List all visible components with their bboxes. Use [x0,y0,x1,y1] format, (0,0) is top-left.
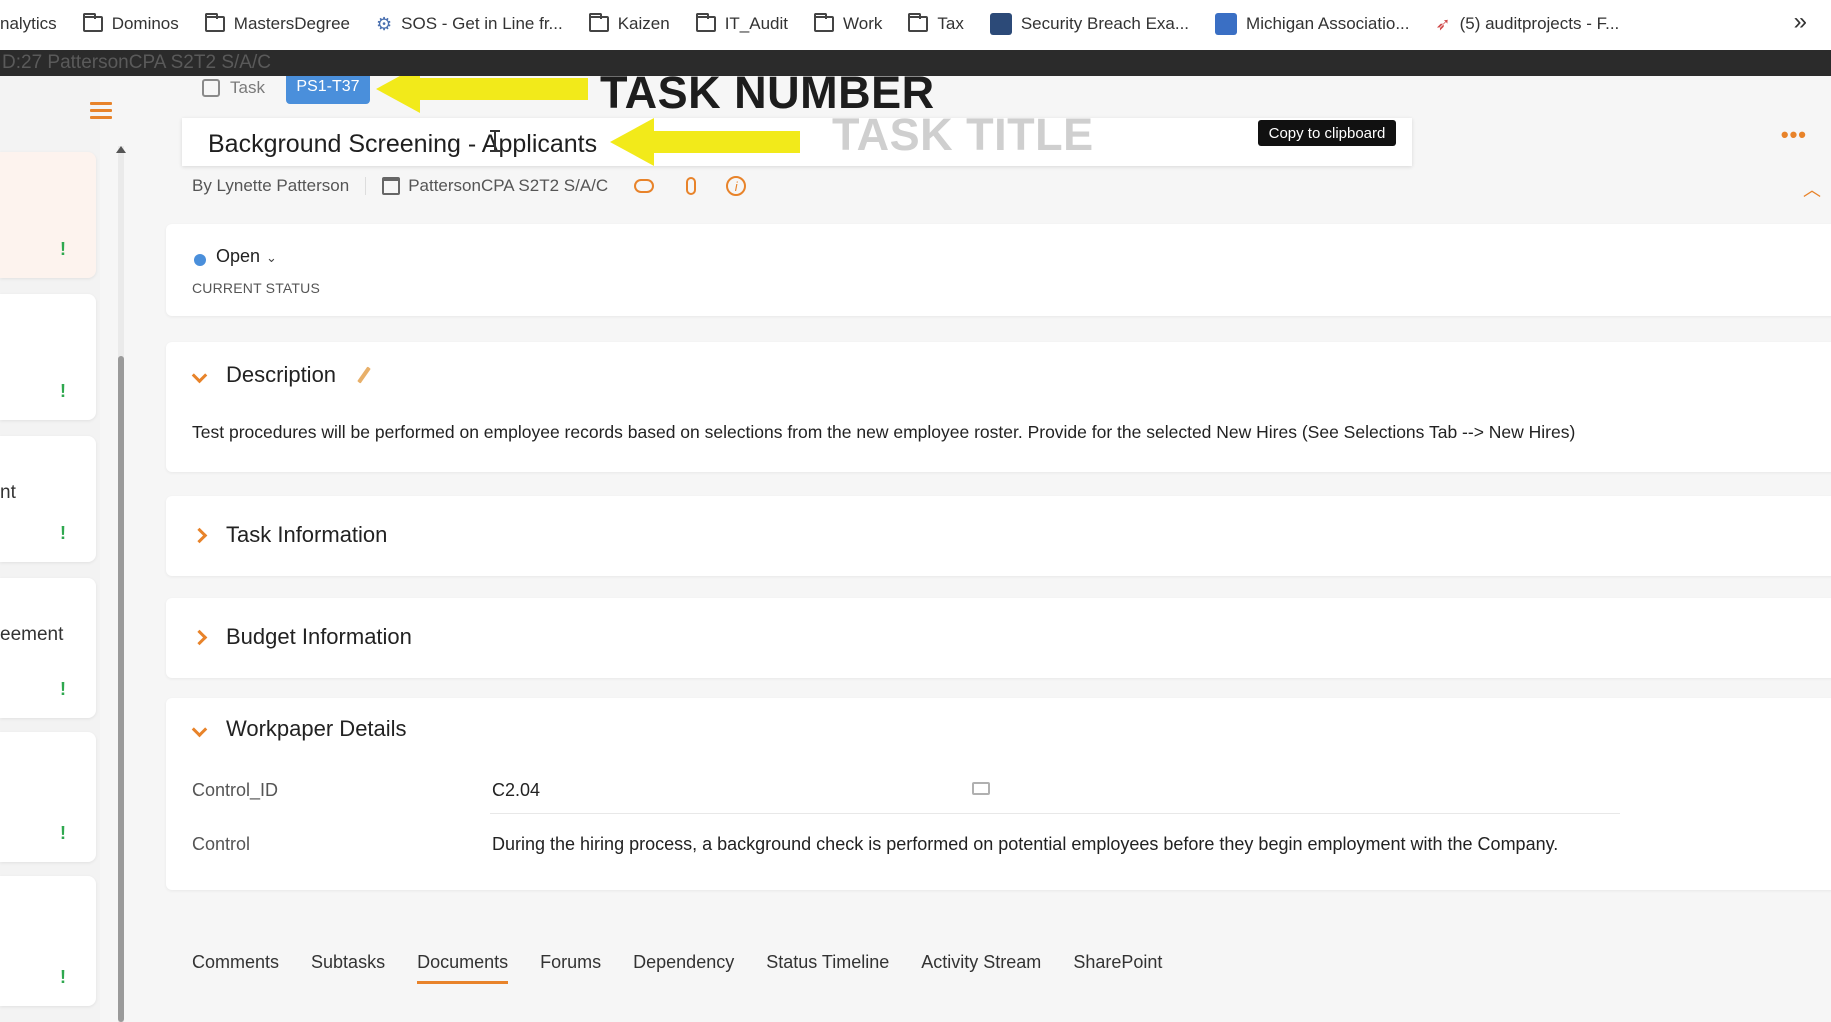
task-list-item[interactable]: ! [0,876,96,1006]
annotation-arrow [418,78,588,100]
chevron-down-icon[interactable] [191,721,208,738]
workpaper-row: Control_ID C2.04 [192,768,1831,814]
chevron-right-icon[interactable] [191,527,208,544]
task-title[interactable]: Background Screening - Applicants [208,130,597,159]
tab-activity-stream[interactable]: Activity Stream [921,952,1041,984]
tab-dependency[interactable]: Dependency [633,952,734,984]
bookmarks-overflow-button[interactable]: » [1794,8,1807,36]
edit-pencil-icon[interactable] [357,366,371,384]
description-text: Test procedures will be performed on emp… [192,422,1576,442]
folder-icon [588,13,609,32]
task-list-item[interactable]: ! [0,294,96,420]
folder-icon [695,13,716,32]
workpaper-details-section: Workpaper Details Control_ID C2.04 Contr… [166,698,1831,890]
cpa-favicon-icon [1215,13,1238,35]
tab-comments[interactable]: Comments [192,952,279,984]
bookmark-michigan[interactable]: Michigan Associatio... [1215,13,1410,35]
site-favicon-icon [989,13,1012,35]
description-heading[interactable]: Description [226,362,336,388]
bookmark-tax[interactable]: Tax [908,13,964,34]
priority-flag-icon: ! [60,823,66,843]
task-number-badge[interactable]: PS1-T37 [286,76,370,104]
scrollbar-thumb[interactable] [118,356,124,1022]
folder-icon [908,13,929,32]
field-label: Control_ID [192,780,279,800]
bookmark-auditprojects[interactable]: ➶ (5) auditprojects - F... [1436,14,1620,35]
attachment-icon[interactable] [686,177,697,195]
bookmark-sos[interactable]: ⚙ SOS - Get in Line fr... [376,14,563,35]
priority-flag-icon: ! [60,381,66,401]
status-label: CURRENT STATUS [192,280,321,296]
divider [490,813,1620,814]
tab-subtasks[interactable]: Subtasks [311,952,385,984]
tab-forums[interactable]: Forums [540,952,601,984]
bookmark-analytics[interactable]: nalytics [0,14,57,34]
text-cursor-icon [490,130,500,152]
bookmark-kaizen[interactable]: Kaizen [588,13,670,34]
task-list-item[interactable]: eement! [0,578,96,718]
sos-icon: ⚙ [376,13,393,34]
priority-flag-icon: ! [60,523,66,543]
divider [365,177,367,195]
copy-to-clipboard-tooltip[interactable]: Copy to clipboard [1258,120,1396,146]
collapse-chevron-icon[interactable]: ︿ [1803,176,1821,202]
folder-icon [814,13,835,32]
bookmark-dominos[interactable]: Dominos [82,13,179,34]
task-list-item[interactable]: ! [0,732,96,862]
task-information-heading[interactable]: Task Information [226,522,387,548]
annotation-arrow [652,131,800,153]
workpaper-row: Control During the hiring process, a bac… [192,822,1831,868]
chevron-down-icon[interactable] [191,367,208,384]
comments-icon[interactable] [634,179,655,193]
task-information-section[interactable]: Task Information [166,496,1831,576]
status-dot [194,254,206,266]
bookmark-it-audit[interactable]: IT_Audit [695,13,788,34]
tab-sharepoint[interactable]: SharePoint [1073,952,1162,984]
project-calendar-icon [382,177,401,195]
bookmark-mastersdegree[interactable]: MastersDegree [204,13,350,34]
description-section: Description Test procedures will be perf… [166,342,1831,472]
task-icon [202,79,220,97]
budget-information-section[interactable]: Budget Information [166,598,1831,678]
task-list-panel: ! ! nt! eement! ! ! [0,76,100,1022]
tab-status-timeline[interactable]: Status Timeline [766,952,889,984]
priority-flag-icon: ! [60,967,66,987]
info-icon[interactable]: i [726,176,747,196]
task-type: Task [202,78,265,98]
more-options-icon[interactable]: ••• [1781,122,1807,148]
field-value[interactable]: C2.04 [492,780,540,801]
folder-icon [82,13,103,32]
annotation-arrow-head-icon [610,118,654,166]
menu-icon[interactable] [90,102,112,120]
status-dropdown[interactable]: Open ⌄ [216,246,277,267]
bookmarks-bar: nalytics Dominos MastersDegree ⚙ SOS - Ge… [0,0,1831,48]
detail-tabs: Comments Subtasks Documents Forums Depen… [192,952,1194,984]
priority-flag-icon: ! [60,679,66,699]
task-author: By Lynette Patterson [192,176,350,195]
window-title-strip: D:27 PattersonCPA S2T2 S/A/C [0,50,1831,76]
task-list-item[interactable]: nt! [0,436,96,562]
project-name[interactable]: PattersonCPA S2T2 S/A/C [408,176,608,196]
folder-icon [204,13,225,32]
chevron-right-icon[interactable] [191,629,208,646]
rocket-favicon-icon: ➶ [1435,13,1451,34]
field-comment-icon[interactable] [972,782,990,795]
status-card: Open ⌄ CURRENT STATUS [166,224,1831,316]
priority-flag-icon: ! [60,239,66,259]
task-list-item[interactable]: ! [0,152,96,278]
scroll-up-arrow-icon[interactable] [116,146,126,153]
app-area: ! ! nt! eement! ! ! Task PS1-T37 Backgro… [0,76,1831,1022]
annotation-arrow-head-icon [376,76,420,113]
bookmark-security-breach[interactable]: Security Breach Exa... [989,13,1189,35]
task-meta-row: By Lynette Patterson PattersonCPA S2T2 S… [192,176,747,196]
annotation-task-title: TASK TITLE [832,109,1094,160]
tab-documents[interactable]: Documents [417,952,509,984]
chevron-down-icon: ⌄ [266,250,277,265]
task-detail-panel: Task PS1-T37 Background Screening - Appl… [166,76,1831,1022]
field-label: Control [192,834,251,854]
bookmark-work[interactable]: Work [814,13,882,34]
budget-information-heading[interactable]: Budget Information [226,624,412,650]
field-value[interactable]: During the hiring process, a background … [492,834,1558,855]
workpaper-details-heading[interactable]: Workpaper Details [226,716,407,742]
